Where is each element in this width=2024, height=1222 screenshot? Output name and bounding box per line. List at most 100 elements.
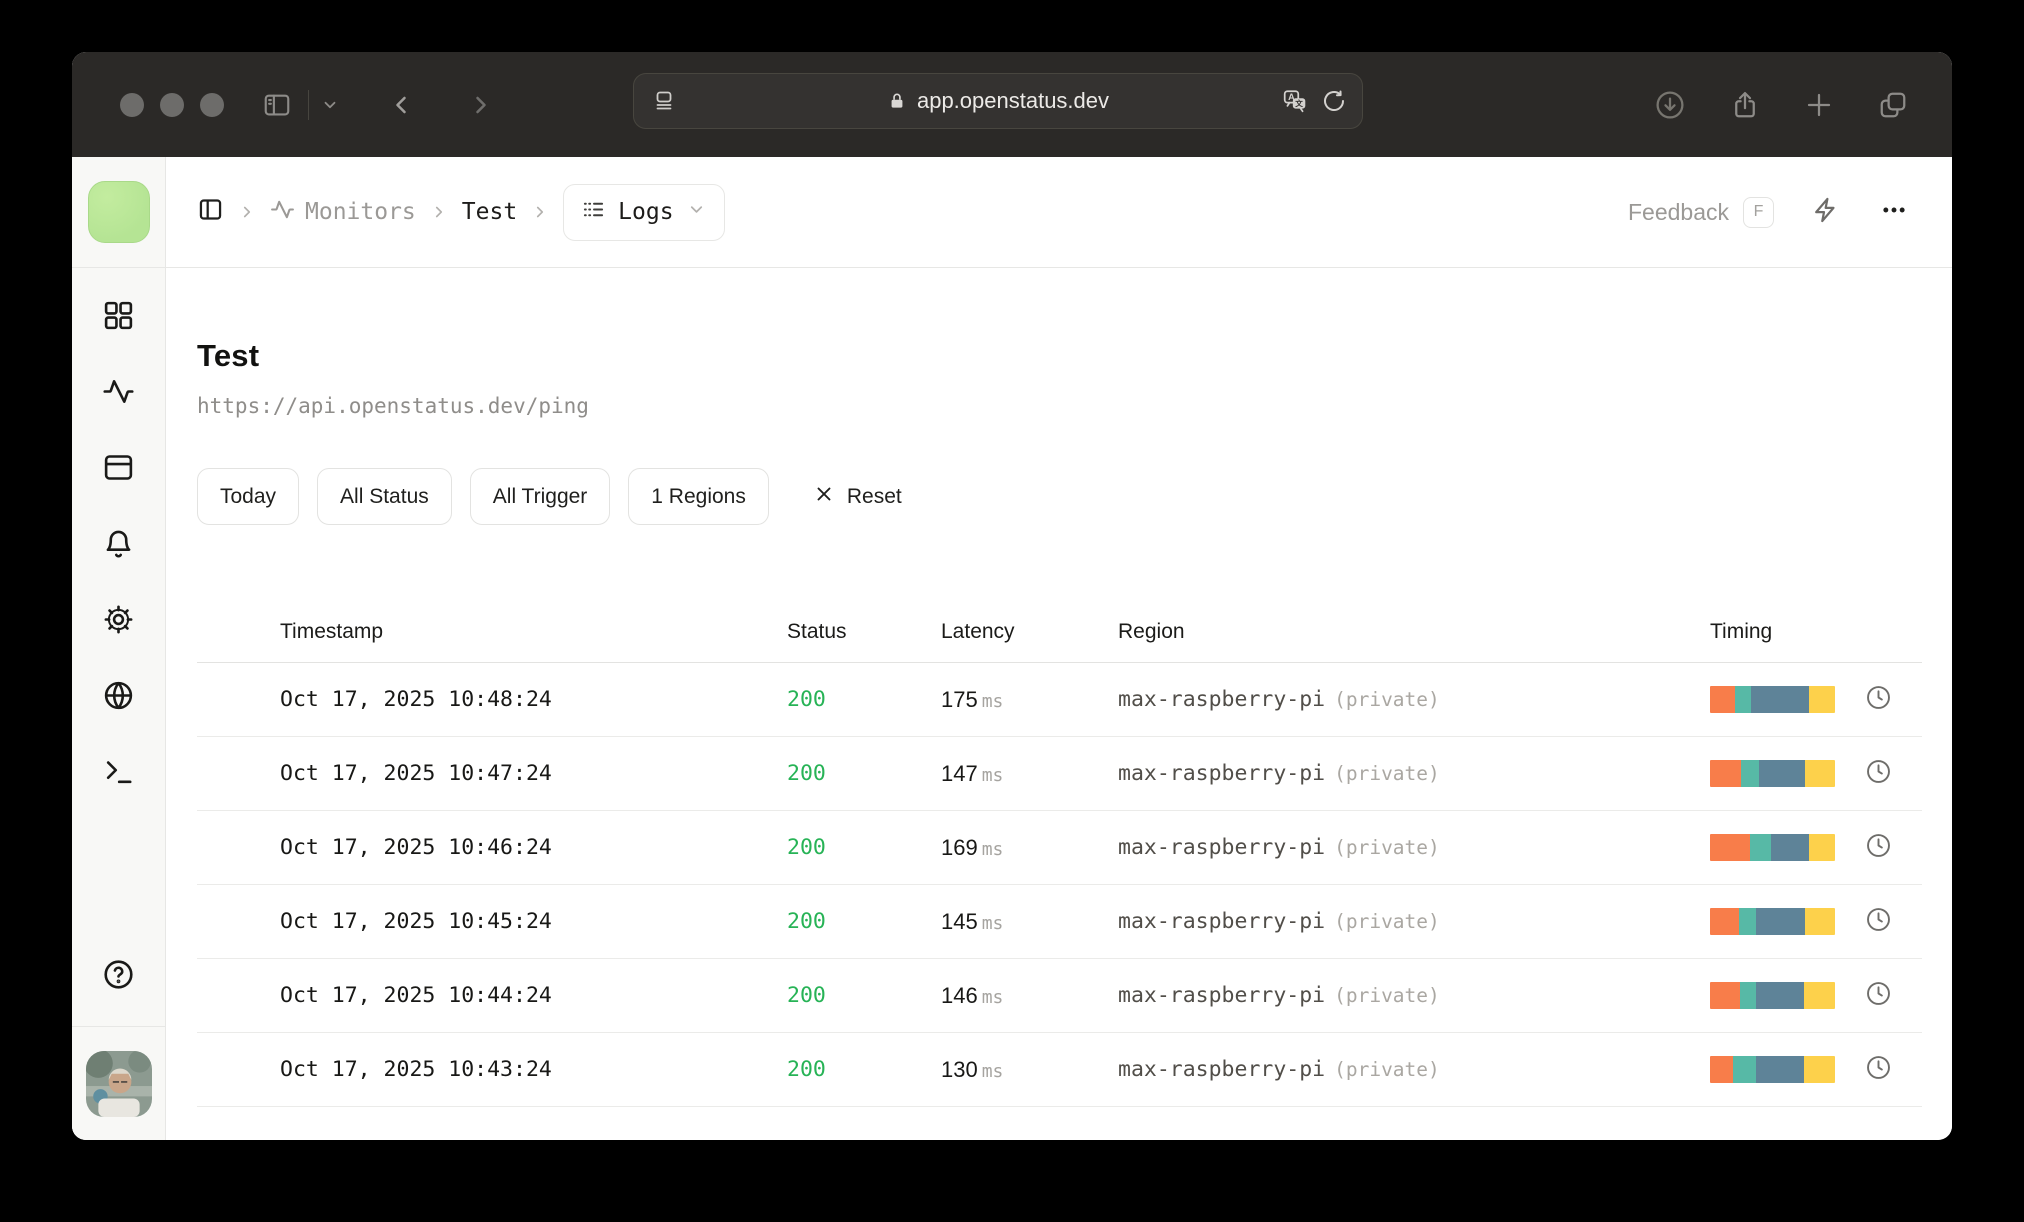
chevron-right-icon [531,203,549,221]
row-latency-unit: ms [981,986,1004,1008]
chevron-right-icon [430,203,448,221]
row-latency-value: 130 [941,1056,978,1082]
clock-icon[interactable] [1865,684,1892,716]
row-status: 200 [787,909,826,934]
downloads-icon[interactable] [1654,89,1686,121]
timing-segment-4 [1803,982,1835,1009]
row-region-note: (private) [1334,688,1440,711]
filter-regions-button[interactable]: 1 Regions [628,468,769,525]
tab-overview-icon[interactable] [1878,90,1908,120]
timing-segment-4 [1805,760,1835,787]
zoom-button[interactable] [200,92,224,117]
workspace-logo[interactable] [87,181,150,243]
clock-icon[interactable] [1865,758,1892,790]
log-row[interactable]: Oct 17, 2025 10:48:24 200 175 ms max-rasp… [197,663,1922,737]
app-sidebar-toggle-icon[interactable] [197,196,224,228]
x-icon [813,483,835,511]
timing-bar [1710,1056,1835,1083]
toolbar-left-group [120,89,495,120]
back-icon[interactable] [387,91,415,119]
forward-icon[interactable] [467,91,495,119]
row-timestamp: Oct 17, 2025 10:48:24 [280,687,552,712]
log-row[interactable]: Oct 17, 2025 10:45:24 200 145 ms max-rasp… [197,885,1922,959]
row-status: 200 [787,687,826,712]
reset-filters-button[interactable]: Reset [813,483,902,511]
user-section [72,1026,165,1140]
user-avatar[interactable] [85,1050,152,1117]
chevron-down-icon [687,199,706,225]
toolbar-right-group [1654,89,1908,121]
share-icon[interactable] [1730,90,1760,120]
timing-segment-1 [1710,1056,1733,1083]
col-timestamp: Timestamp [280,619,384,643]
clock-icon[interactable] [1865,832,1892,864]
browser-toolbar: app.openstatus.dev A 文 [72,52,1952,157]
feedback-shortcut-badge: F [1743,196,1774,228]
logs-list-icon [582,198,605,227]
breadcrumb-monitors[interactable]: Monitors [270,197,416,228]
row-latency-value: 146 [941,982,978,1008]
row-region-note: (private) [1334,1058,1440,1081]
sidebar-toggle-icon[interactable] [262,90,292,120]
timing-segment-2 [1750,834,1772,861]
reset-label: Reset [846,484,902,508]
view-selector-button[interactable]: Logs [563,183,725,241]
address-bar[interactable]: app.openstatus.dev A 文 [633,73,1363,129]
row-region: max-raspberry-pi [1118,761,1326,786]
notifications-bell-icon[interactable] [102,527,135,565]
timing-segment-1 [1710,908,1739,935]
log-row[interactable]: Oct 17, 2025 10:43:24 200 130 ms max-rasp… [197,1033,1922,1107]
row-region-note: (private) [1334,910,1440,933]
col-status: Status [787,619,847,643]
feedback-link[interactable]: Feedback [1628,199,1729,226]
cli-terminal-icon[interactable] [102,755,135,793]
row-status: 200 [787,835,826,860]
timing-segment-3 [1756,982,1804,1009]
row-timestamp: Oct 17, 2025 10:46:24 [280,835,552,860]
regions-globe-icon[interactable] [102,679,135,717]
new-tab-icon[interactable] [1804,90,1834,120]
main-panel: Monitors Test Logs Feedback F Test https… [166,157,1952,1140]
timing-segment-2 [1740,982,1757,1009]
log-row[interactable]: Oct 17, 2025 10:44:24 200 146 ms max-rasp… [197,959,1922,1033]
tab-group-chevron-icon[interactable] [321,96,339,114]
monitor-endpoint-url: https://api.openstatus.dev/ping [197,394,589,418]
timing-bar [1710,982,1835,1009]
log-row[interactable]: Oct 17, 2025 10:47:24 200 147 ms max-rasp… [197,737,1922,811]
timing-segment-3 [1751,686,1809,713]
toolbar-divider [308,89,309,120]
log-row[interactable]: Oct 17, 2025 10:46:24 200 169 ms max-rasp… [197,811,1922,885]
breadcrumb-current[interactable]: Test [462,199,517,225]
browser-window: app.openstatus.dev A 文 Monitors Test Log… [72,52,1952,1140]
row-latency-value: 147 [941,760,978,786]
close-button[interactable] [120,92,144,117]
timing-bar [1710,908,1835,935]
filter-trigger-button[interactable]: All Trigger [469,468,611,525]
chevron-right-icon [238,203,256,221]
dashboard-grid-icon[interactable] [102,299,135,337]
clock-icon[interactable] [1865,980,1892,1012]
col-timing: Timing [1710,619,1773,643]
row-latency-unit: ms [981,912,1004,934]
timing-segment-3 [1758,760,1805,787]
row-latency-value: 145 [941,908,978,934]
settings-gear-icon[interactable] [102,603,135,641]
clock-icon[interactable] [1865,906,1892,938]
page-settings-icon[interactable] [652,89,676,113]
timing-segment-3 [1771,834,1809,861]
clock-icon[interactable] [1865,1054,1892,1086]
help-circle-icon[interactable] [102,958,135,996]
filter-date-button[interactable]: Today [197,468,300,525]
filter-status-button[interactable]: All Status [317,468,452,525]
reload-icon[interactable] [1322,89,1346,113]
ellipsis-menu-icon[interactable] [1880,196,1908,229]
workspace-logo-container [72,157,165,268]
address-text[interactable]: app.openstatus.dev [917,88,1109,114]
zap-icon[interactable] [1812,196,1840,229]
status-pages-panel-icon[interactable] [102,451,135,489]
monitors-activity-icon[interactable] [102,375,135,413]
row-latency-unit: ms [981,838,1004,860]
minimize-button[interactable] [160,92,184,117]
row-timestamp: Oct 17, 2025 10:43:24 [280,1057,552,1082]
translate-icon[interactable]: A 文 [1282,88,1308,114]
